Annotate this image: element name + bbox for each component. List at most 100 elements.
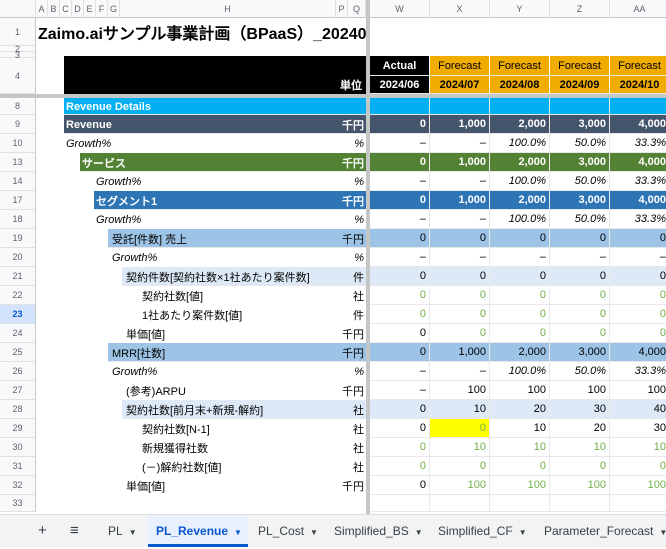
row-header-18[interactable]: 18 — [0, 210, 36, 229]
value-cell[interactable]: 100.0% — [490, 134, 550, 153]
value-cell[interactable]: 4,000 — [610, 343, 666, 362]
value-cell[interactable]: 100 — [430, 381, 490, 400]
value-cell[interactable]: 1,000 — [430, 343, 490, 362]
value-cell[interactable]: 3,000 — [550, 191, 610, 210]
value-cell[interactable]: 2,000 — [490, 343, 550, 362]
value-cell[interactable]: 0 — [490, 229, 550, 248]
tab-dropdown-icon[interactable]: ▼ — [234, 528, 242, 537]
value-cell[interactable]: 1,000 — [430, 115, 490, 134]
value-cell[interactable]: 50.0% — [550, 134, 610, 153]
value-cell[interactable]: 0 — [370, 419, 430, 438]
value-cell[interactable]: 0 — [430, 324, 490, 343]
column-header-f[interactable]: F — [96, 0, 108, 18]
value-cell[interactable]: – — [370, 134, 430, 153]
value-cell[interactable]: – — [430, 362, 490, 381]
value-cell[interactable]: – — [370, 210, 430, 229]
value-cell[interactable]: – — [370, 381, 430, 400]
value-cell[interactable]: 10 — [550, 438, 610, 457]
value-cell[interactable]: 20 — [490, 400, 550, 419]
value-cell[interactable]: 10 — [430, 400, 490, 419]
row-header-23[interactable]: 23 — [0, 305, 36, 324]
value-cell[interactable]: 100 — [490, 381, 550, 400]
row-header-24[interactable]: 24 — [0, 324, 36, 343]
value-cell[interactable]: 100.0% — [490, 172, 550, 191]
value-cell[interactable]: 50.0% — [550, 362, 610, 381]
column-header-e[interactable]: E — [84, 0, 96, 18]
select-all-corner[interactable] — [0, 0, 36, 18]
value-cell[interactable]: 100 — [490, 476, 550, 495]
row-header-28[interactable]: 28 — [0, 400, 36, 419]
value-cell[interactable]: 0 — [430, 286, 490, 305]
value-cell[interactable]: – — [490, 248, 550, 267]
value-cell[interactable] — [430, 495, 490, 512]
value-cell[interactable]: 0 — [370, 400, 430, 419]
column-header-d[interactable]: D — [72, 0, 84, 18]
value-cell[interactable]: 0 — [370, 229, 430, 248]
value-cell[interactable]: 10 — [490, 438, 550, 457]
row-header-4[interactable]: 4 — [0, 58, 36, 94]
row-label[interactable]: (－)解約社数[値] — [142, 457, 330, 476]
sheet-tab-pl-cost[interactable]: PL_Cost ▼ — [250, 515, 318, 547]
value-cell[interactable]: – — [550, 248, 610, 267]
value-cell[interactable]: 0 — [610, 267, 666, 286]
value-cell[interactable]: 100.0% — [490, 362, 550, 381]
row-label[interactable]: 新規獲得社数 — [142, 438, 330, 457]
value-cell[interactable]: 0 — [550, 457, 610, 476]
row-label[interactable]: Growth% — [112, 248, 330, 267]
value-cell[interactable] — [370, 98, 430, 115]
value-cell[interactable] — [550, 495, 610, 512]
row-label[interactable]: 受託[件数] 売上 — [112, 229, 330, 248]
value-cell[interactable]: 10 — [430, 438, 490, 457]
value-cell[interactable] — [490, 495, 550, 512]
column-header-w[interactable]: W — [370, 0, 430, 18]
value-cell[interactable]: 0 — [490, 267, 550, 286]
value-cell[interactable]: 0 — [370, 457, 430, 476]
row-label[interactable]: (参考)ARPU — [126, 381, 330, 400]
value-cell[interactable]: 10 — [490, 419, 550, 438]
value-cell[interactable]: 20 — [550, 419, 610, 438]
value-cell[interactable]: 0 — [370, 115, 430, 134]
column-header-h[interactable]: H — [120, 0, 336, 18]
value-cell[interactable]: 100 — [550, 476, 610, 495]
row-label[interactable]: Growth% — [96, 172, 330, 191]
row-header-8[interactable]: 8 — [0, 98, 36, 115]
value-cell[interactable]: 0 — [490, 286, 550, 305]
value-cell[interactable]: 100.0% — [490, 210, 550, 229]
row-header-30[interactable]: 30 — [0, 438, 36, 457]
value-cell[interactable]: 100 — [550, 381, 610, 400]
value-cell[interactable]: 4,000 — [610, 153, 666, 172]
sheet-tab-simplified-cf[interactable]: Simplified_CF ▼ — [430, 515, 528, 547]
value-cell[interactable]: 30 — [550, 400, 610, 419]
value-cell[interactable]: 100 — [430, 476, 490, 495]
row-header-21[interactable]: 21 — [0, 267, 36, 286]
value-cell[interactable]: 0 — [490, 457, 550, 476]
row-label[interactable]: 単価[値] — [126, 324, 330, 343]
row-label[interactable]: 契約件数[契約社数×1社あたり案件数] — [126, 267, 330, 286]
value-cell[interactable]: – — [430, 210, 490, 229]
row-header-32[interactable]: 32 — [0, 476, 36, 495]
row-label[interactable]: MRR[社数] — [112, 343, 330, 362]
value-cell[interactable]: 0 — [370, 438, 430, 457]
value-cell[interactable]: 0 — [430, 305, 490, 324]
column-header-x[interactable]: X — [430, 0, 490, 18]
value-cell[interactable] — [490, 98, 550, 115]
value-cell[interactable]: – — [370, 362, 430, 381]
value-cell[interactable] — [610, 98, 666, 115]
value-cell[interactable]: 33.3% — [610, 172, 666, 191]
value-cell[interactable]: 33.3% — [610, 210, 666, 229]
value-cell[interactable]: 0 — [370, 267, 430, 286]
value-cell[interactable]: 0 — [610, 324, 666, 343]
row-label[interactable]: セグメント1 — [96, 191, 330, 210]
value-cell[interactable]: 0 — [430, 229, 490, 248]
value-cell[interactable]: – — [430, 172, 490, 191]
value-cell[interactable]: 100 — [610, 381, 666, 400]
value-cell[interactable]: 0 — [610, 457, 666, 476]
column-header-y[interactable]: Y — [490, 0, 550, 18]
value-cell[interactable]: 33.3% — [610, 134, 666, 153]
tab-dropdown-icon[interactable]: ▼ — [659, 528, 666, 537]
value-cell[interactable]: 1,000 — [430, 191, 490, 210]
row-header-13[interactable]: 13 — [0, 153, 36, 172]
value-cell[interactable]: 3,000 — [550, 115, 610, 134]
row-header-33[interactable]: 33 — [0, 495, 36, 512]
value-cell[interactable]: 4,000 — [610, 191, 666, 210]
